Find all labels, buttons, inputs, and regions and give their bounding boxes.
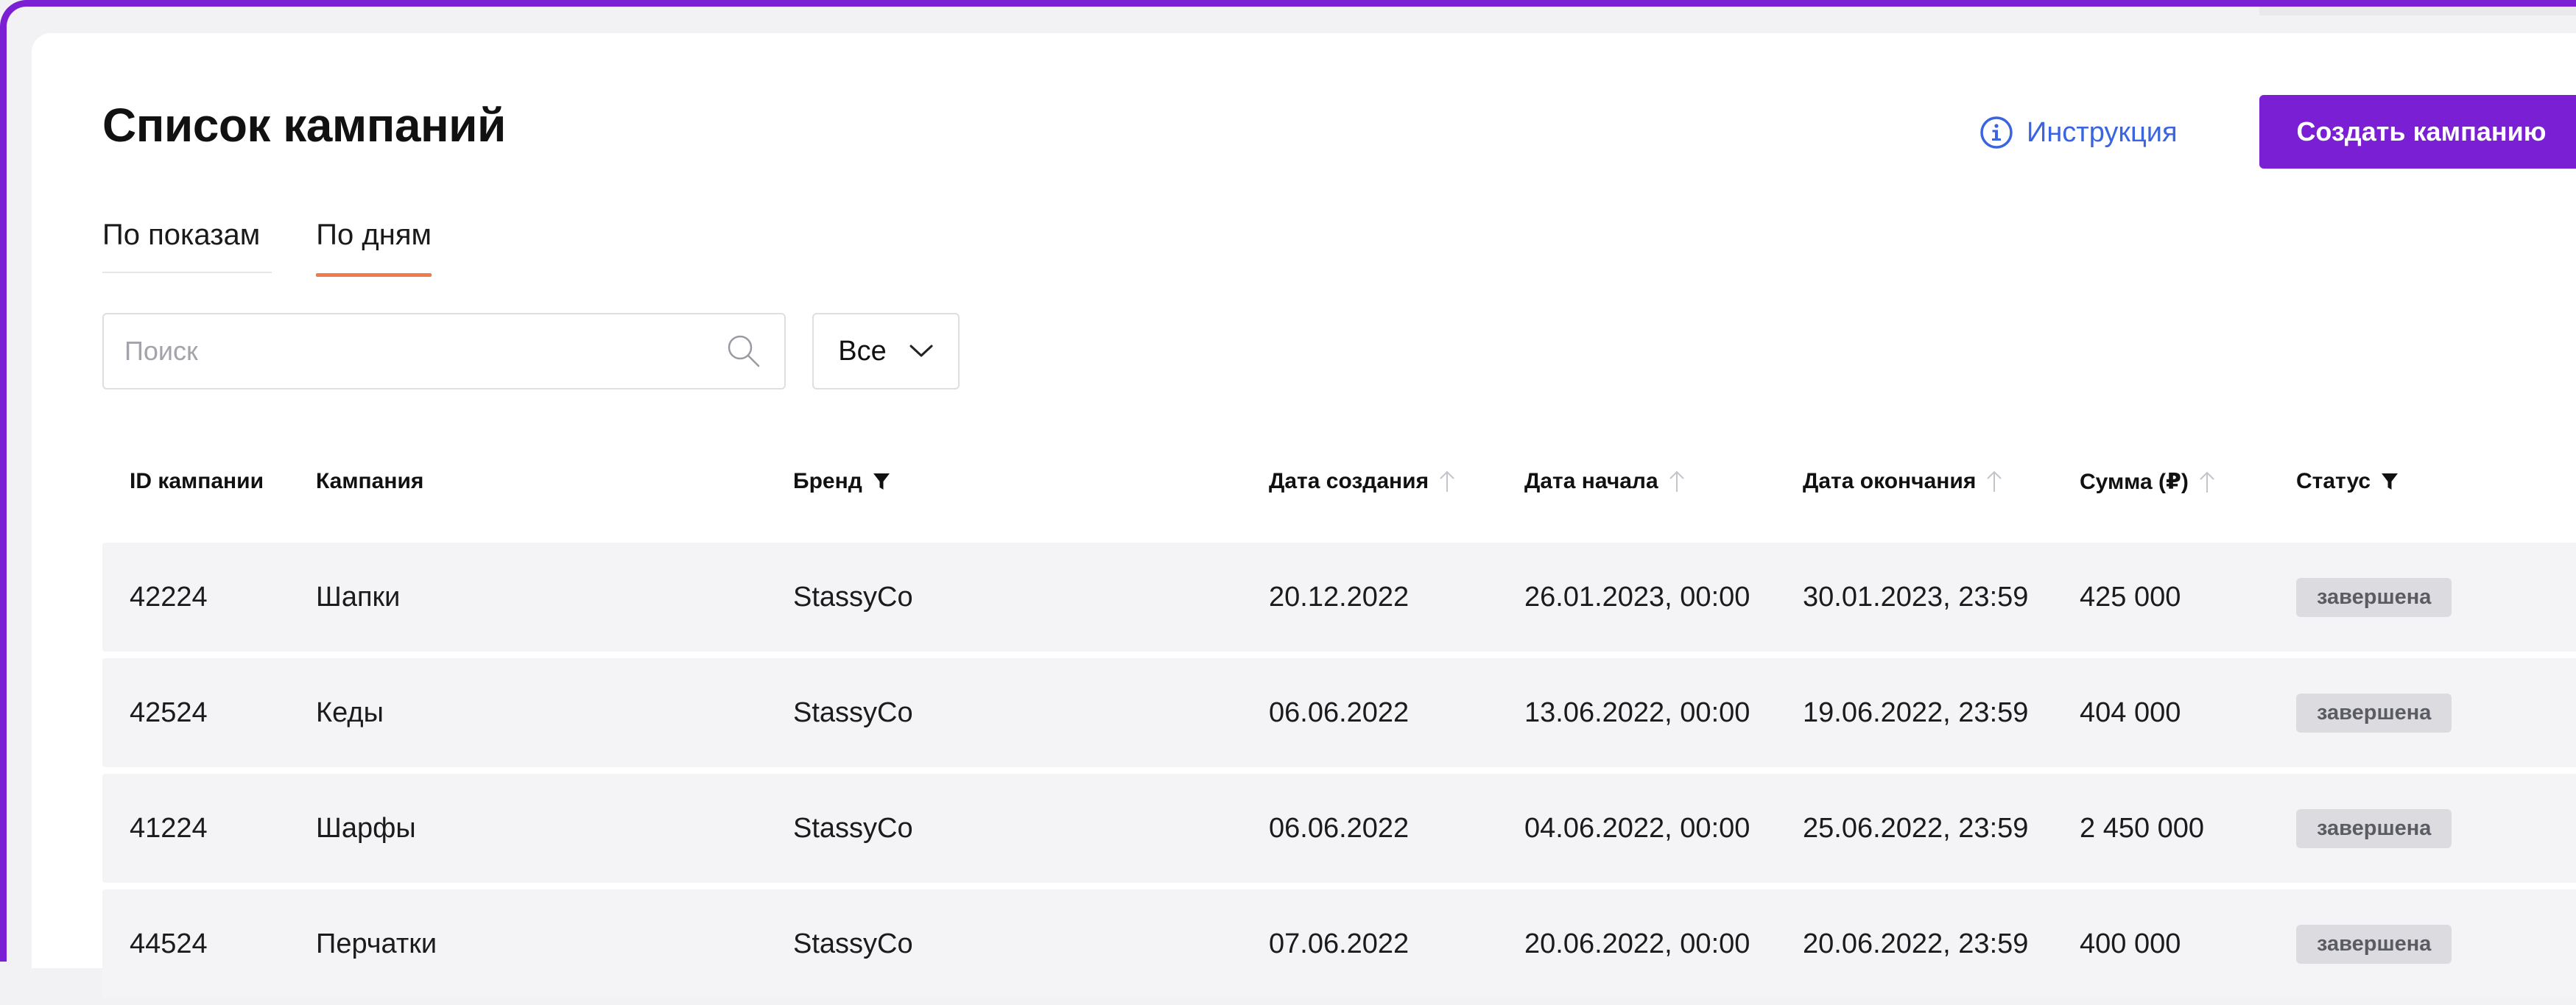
column-label: Дата окончания bbox=[1803, 469, 1977, 493]
table-row[interactable]: 44524 Перчатки StassyCo 07.06.2022 20.06… bbox=[102, 889, 2576, 998]
cell-brand: StassyCo bbox=[793, 928, 913, 959]
column-label: Дата начала bbox=[1524, 469, 1658, 493]
column-label: ID кампании bbox=[130, 469, 264, 493]
column-header-amount[interactable]: Сумма (₽) bbox=[2080, 469, 2215, 495]
cell-created: 06.06.2022 bbox=[1269, 812, 1410, 844]
table-row[interactable]: 42524 Кеды StassyCo 06.06.2022 13.06.202… bbox=[102, 658, 2576, 767]
table-header: ID кампании Кампания Бренд Дата создания… bbox=[102, 469, 2576, 521]
status-badge: завершена bbox=[2296, 693, 2452, 733]
status-select[interactable]: Все bbox=[812, 313, 960, 389]
cell-end: 30.01.2023, 23:59 bbox=[1803, 581, 2029, 613]
cell-end: 19.06.2022, 23:59 bbox=[1803, 697, 2029, 728]
cell-status: завершена bbox=[2296, 543, 2452, 652]
column-header-campaign: Кампания bbox=[316, 469, 423, 494]
cell-start: 04.06.2022, 00:00 bbox=[1524, 812, 1750, 844]
column-header-brand: Бренд bbox=[793, 469, 890, 494]
cell-start: 26.01.2023, 00:00 bbox=[1524, 581, 1750, 613]
cell-status: завершена bbox=[2296, 774, 2452, 883]
cell-amount: 404 000 bbox=[2080, 697, 2181, 728]
cell-id: 41224 bbox=[130, 812, 208, 844]
tab-by-days[interactable]: По дням bbox=[316, 219, 432, 277]
status-select-value: Все bbox=[838, 335, 887, 367]
cell-brand: StassyCo bbox=[793, 812, 913, 844]
cell-brand: StassyCo bbox=[793, 697, 913, 728]
cell-created: 06.06.2022 bbox=[1269, 697, 1410, 728]
sort-arrow-up-icon[interactable] bbox=[1986, 470, 2002, 493]
column-label: Статус bbox=[2296, 469, 2371, 493]
table-row[interactable]: 41224 Шарфы StassyCo 06.06.2022 04.06.20… bbox=[102, 774, 2576, 883]
cell-status: завершена bbox=[2296, 889, 2452, 998]
info-icon bbox=[1980, 116, 2013, 149]
cell-campaign: Кеды bbox=[316, 697, 384, 728]
cell-amount: 425 000 bbox=[2080, 581, 2181, 613]
search-input[interactable] bbox=[124, 336, 724, 367]
cell-start: 13.06.2022, 00:00 bbox=[1524, 697, 1750, 728]
column-label: Кампания bbox=[316, 469, 424, 493]
instruction-link[interactable]: Инструкция bbox=[1979, 116, 2178, 149]
cell-status: завершена bbox=[2296, 658, 2452, 767]
cell-campaign: Шапки bbox=[316, 581, 401, 613]
cell-start: 20.06.2022, 00:00 bbox=[1524, 928, 1750, 959]
cell-end: 20.06.2022, 23:59 bbox=[1803, 928, 2029, 959]
tabs: По показам По дням bbox=[102, 219, 432, 277]
cell-brand: StassyCo bbox=[793, 581, 913, 613]
main-panel: Список кампаний Инструкция Создать кампа… bbox=[32, 33, 2576, 998]
cell-campaign: Шарфы bbox=[316, 812, 416, 844]
tabs-divider bbox=[102, 272, 272, 273]
create-campaign-button[interactable]: Создать кампанию bbox=[2259, 95, 2576, 169]
page-title: Список кампаний bbox=[102, 99, 506, 152]
column-label: Сумма (₽) bbox=[2080, 470, 2189, 494]
filter-icon[interactable] bbox=[2381, 472, 2399, 491]
cell-campaign: Перчатки bbox=[316, 928, 437, 959]
sort-arrow-up-icon[interactable] bbox=[2199, 470, 2215, 494]
search-box bbox=[102, 313, 786, 389]
cell-created: 07.06.2022 bbox=[1269, 928, 1410, 959]
cell-id: 42524 bbox=[130, 697, 208, 728]
cell-end: 25.06.2022, 23:59 bbox=[1803, 812, 2029, 844]
cell-id: 42224 bbox=[130, 581, 208, 613]
status-badge: завершена bbox=[2296, 808, 2452, 848]
cell-amount: 400 000 bbox=[2080, 928, 2181, 959]
column-header-start[interactable]: Дата начала bbox=[1524, 469, 1685, 494]
cell-amount: 2 450 000 bbox=[2080, 812, 2205, 844]
sort-arrow-up-icon[interactable] bbox=[1669, 470, 1685, 493]
corner-tab bbox=[2259, 7, 2576, 15]
window-frame: Список кампаний Инструкция Создать кампа… bbox=[0, 0, 2576, 998]
status-badge: завершена bbox=[2296, 577, 2452, 617]
table-row[interactable]: 42224 Шапки StassyCo 20.12.2022 26.01.20… bbox=[102, 543, 2576, 652]
filter-icon[interactable] bbox=[873, 472, 890, 491]
column-header-status: Статус bbox=[2296, 469, 2399, 494]
cell-id: 44524 bbox=[130, 928, 208, 959]
sort-arrow-up-icon[interactable] bbox=[1439, 470, 1455, 493]
column-header-end[interactable]: Дата окончания bbox=[1803, 469, 2002, 494]
status-badge: завершена bbox=[2296, 924, 2452, 964]
column-header-created[interactable]: Дата создания bbox=[1269, 469, 1455, 494]
instruction-label: Инструкция bbox=[2027, 116, 2178, 148]
column-label: Дата создания bbox=[1269, 469, 1429, 493]
cell-created: 20.12.2022 bbox=[1269, 581, 1410, 613]
column-label: Бренд bbox=[793, 469, 862, 493]
chevron-down-icon bbox=[909, 345, 933, 357]
table-body: 42224 Шапки StassyCo 20.12.2022 26.01.20… bbox=[102, 543, 2576, 1005]
tab-by-impressions[interactable]: По показам bbox=[102, 219, 260, 274]
column-header-id: ID кампании bbox=[130, 469, 264, 494]
search-icon[interactable] bbox=[724, 331, 764, 371]
